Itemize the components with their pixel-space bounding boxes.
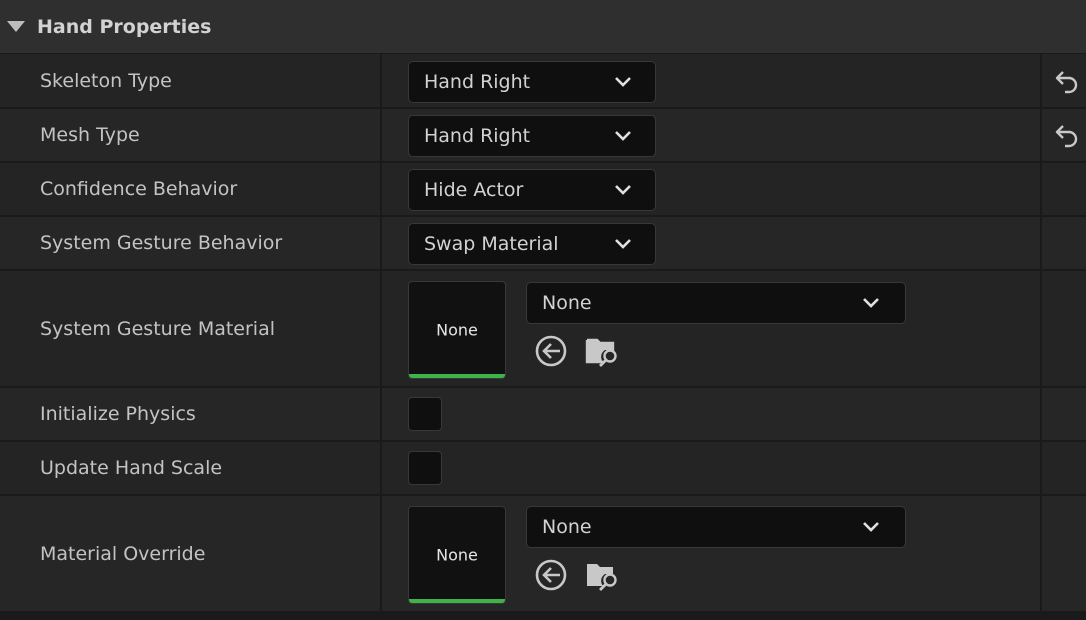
- reset-cell: [1040, 271, 1086, 386]
- collapse-triangle-icon[interactable]: [7, 21, 25, 32]
- combo-value: Swap Material: [424, 233, 559, 255]
- skeleton-type-combo[interactable]: Hand Right: [408, 61, 656, 103]
- property-label: System Gesture Behavior: [40, 232, 283, 254]
- property-row-system-gesture-behavior: System Gesture Behavior Swap Material: [0, 217, 1086, 271]
- property-label: Confidence Behavior: [40, 178, 238, 200]
- update-hand-scale-checkbox[interactable]: [408, 451, 442, 485]
- combo-value: None: [542, 292, 592, 314]
- chevron-down-icon: [863, 298, 879, 308]
- property-label: Initialize Physics: [40, 403, 196, 425]
- reset-cell: [1040, 388, 1086, 440]
- thumbnail-label: None: [436, 545, 478, 565]
- chevron-down-icon: [615, 131, 631, 141]
- property-row-initialize-physics: Initialize Physics: [0, 388, 1086, 442]
- reset-cell: [1040, 109, 1086, 161]
- property-row-mesh-type: Mesh Type Hand Right: [0, 109, 1086, 163]
- property-label: Skeleton Type: [40, 69, 172, 92]
- property-row-update-hand-scale: Update Hand Scale: [0, 442, 1086, 496]
- combo-value: Hand Right: [424, 125, 531, 147]
- browse-folder-icon[interactable]: [585, 558, 621, 592]
- asset-type-color-bar: [409, 374, 505, 378]
- browse-folder-icon[interactable]: [585, 334, 621, 368]
- property-label: Update Hand Scale: [40, 457, 223, 479]
- section-header-hand-properties[interactable]: Hand Properties: [0, 0, 1086, 54]
- reset-cell: [1040, 163, 1086, 215]
- asset-picker-combo[interactable]: None: [526, 506, 906, 548]
- use-selected-asset-icon[interactable]: [534, 558, 568, 592]
- details-panel: Hand Properties Skeleton Type Hand Right…: [0, 0, 1086, 620]
- reset-cell: [1040, 54, 1086, 107]
- thumbnail-label: None: [436, 320, 478, 340]
- reset-cell: [1040, 217, 1086, 269]
- property-row-skeleton-type: Skeleton Type Hand Right: [0, 54, 1086, 109]
- confidence-behavior-combo[interactable]: Hide Actor: [408, 169, 656, 211]
- reset-cell: [1040, 496, 1086, 611]
- property-name-cell: Update Hand Scale: [0, 442, 382, 494]
- property-name-cell: Mesh Type: [0, 109, 382, 161]
- property-name-cell: Skeleton Type: [0, 54, 382, 107]
- initialize-physics-checkbox[interactable]: [408, 397, 442, 431]
- asset-thumbnail[interactable]: None: [408, 281, 506, 379]
- property-label: System Gesture Material: [40, 317, 276, 340]
- asset-picker-combo[interactable]: None: [526, 282, 906, 324]
- chevron-down-icon: [615, 185, 631, 195]
- combo-value: Hide Actor: [424, 179, 524, 201]
- property-row-system-gesture-material: System Gesture Material None None: [0, 271, 1086, 388]
- property-row-material-override: Material Override None None: [0, 496, 1086, 613]
- mesh-type-combo[interactable]: Hand Right: [408, 115, 656, 157]
- property-name-cell: System Gesture Behavior: [0, 217, 382, 269]
- system-gesture-behavior-combo[interactable]: Swap Material: [408, 223, 656, 265]
- reset-cell: [1040, 442, 1086, 494]
- property-name-cell: Initialize Physics: [0, 388, 382, 440]
- property-name-cell: Confidence Behavior: [0, 163, 382, 215]
- combo-value: None: [542, 516, 592, 538]
- reset-to-default-icon[interactable]: [1054, 122, 1080, 148]
- property-name-cell: System Gesture Material: [0, 271, 382, 386]
- asset-type-color-bar: [409, 599, 505, 603]
- reset-to-default-icon[interactable]: [1054, 68, 1080, 94]
- combo-value: Hand Right: [424, 71, 531, 93]
- chevron-down-icon: [615, 77, 631, 87]
- property-name-cell: Material Override: [0, 496, 382, 611]
- chevron-down-icon: [615, 239, 631, 249]
- property-label: Mesh Type: [40, 124, 140, 146]
- property-row-confidence-behavior: Confidence Behavior Hide Actor: [0, 163, 1086, 217]
- property-label: Material Override: [40, 542, 206, 565]
- asset-thumbnail[interactable]: None: [408, 506, 506, 604]
- section-title: Hand Properties: [37, 15, 212, 38]
- chevron-down-icon: [863, 522, 879, 532]
- use-selected-asset-icon[interactable]: [534, 334, 568, 368]
